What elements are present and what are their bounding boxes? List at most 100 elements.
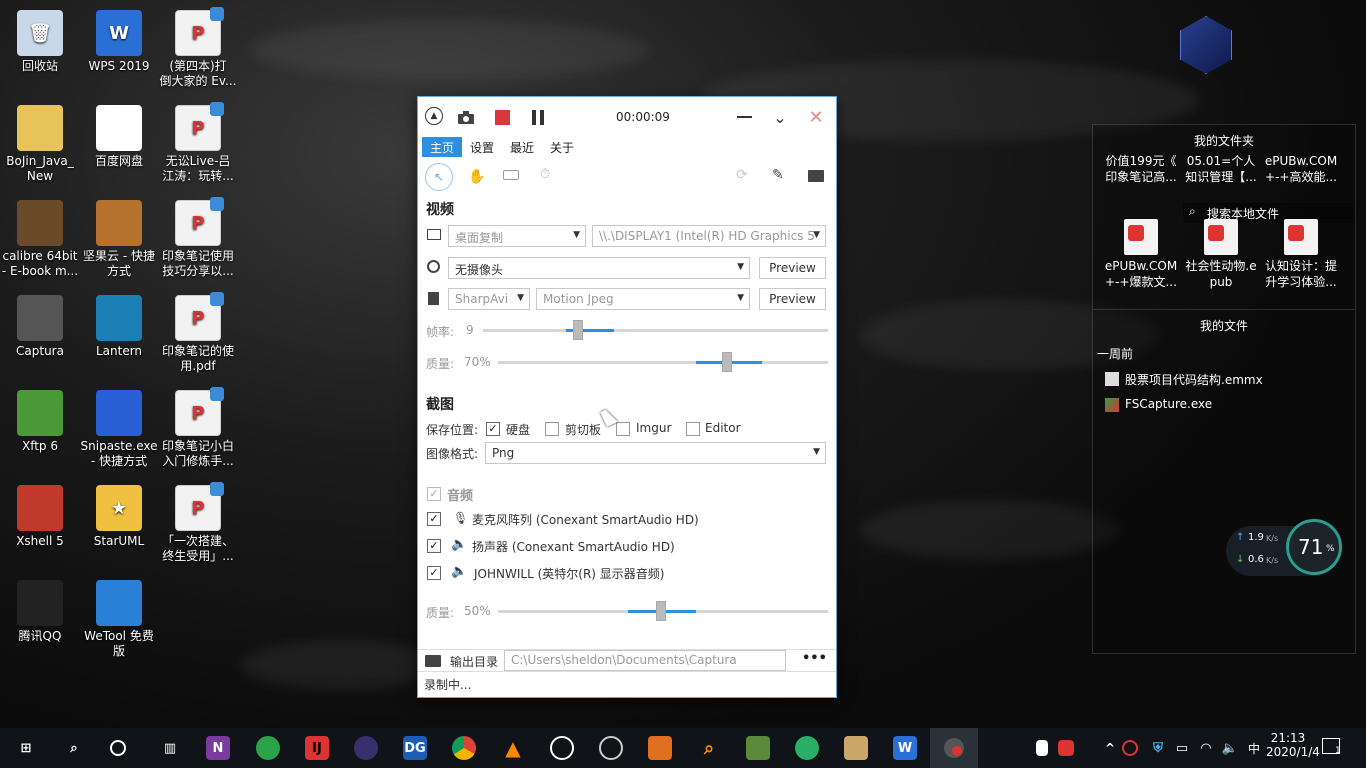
folder-icon[interactable] bbox=[808, 170, 824, 182]
folder-item[interactable]: 价值199元《 印象笔记高... bbox=[1101, 153, 1181, 185]
format-select[interactable]: Png ▼ bbox=[485, 442, 826, 464]
desktop-icon[interactable]: Xftp 6 bbox=[0, 390, 80, 454]
brush-icon[interactable]: ✎ bbox=[772, 167, 784, 183]
show-hidden-icons-icon[interactable]: ^ bbox=[1098, 736, 1122, 760]
codec-select[interactable]: Motion Jpeg ▼ bbox=[536, 288, 750, 310]
audio-device-checkbox[interactable]: ✓ bbox=[427, 539, 441, 553]
captura-task-button[interactable] bbox=[930, 728, 978, 768]
tab-about[interactable]: 关于 bbox=[542, 137, 582, 157]
tab-settings[interactable]: 设置 bbox=[462, 137, 502, 157]
title-bar[interactable]: ▲ 00:00:09 ⌄ ✕ bbox=[418, 97, 836, 137]
hand-icon[interactable]: ✋ bbox=[468, 169, 485, 185]
pause-button[interactable] bbox=[528, 107, 548, 127]
tray-app-icon[interactable] bbox=[1058, 740, 1074, 756]
net-monitor[interactable]: ↑ 1.9 K/s ↓ 0.6 K/s 71 % bbox=[1226, 519, 1342, 576]
harddisk-checkbox[interactable]: ✓ bbox=[486, 422, 500, 436]
minimize-icon[interactable] bbox=[734, 107, 754, 127]
tab-recent[interactable]: 最近 bbox=[502, 137, 542, 157]
desktop-icon[interactable]: WeTool 免费 版 bbox=[79, 580, 159, 659]
video-quality-thumb[interactable] bbox=[722, 352, 732, 372]
collapse-down-icon[interactable]: ⌄ bbox=[770, 107, 790, 127]
close-icon[interactable]: ✕ bbox=[806, 107, 826, 128]
start-icon[interactable]: ⊞ bbox=[14, 736, 38, 760]
screen-source-select[interactable]: 桌面复制 ▼ bbox=[448, 225, 586, 247]
stop-button[interactable] bbox=[492, 107, 512, 127]
wechat-icon[interactable] bbox=[795, 736, 819, 760]
onenote-icon[interactable]: N bbox=[206, 736, 230, 760]
shield-icon[interactable]: ⛨ bbox=[1146, 736, 1170, 760]
search-icon[interactable]: ⌕ bbox=[62, 736, 86, 760]
display-select[interactable]: \\.\DISPLAY1 (Intel(R) HD Graphics 5 ▼ bbox=[592, 225, 826, 247]
desktop-icon[interactable]: Lantern bbox=[79, 295, 159, 359]
intellij-icon[interactable]: IJ bbox=[305, 736, 329, 760]
video-quality-slider[interactable] bbox=[498, 361, 828, 364]
wifi-icon[interactable]: ◠ bbox=[1194, 736, 1218, 760]
desktop-icon[interactable]: P 印象笔记使用 技巧分享以... bbox=[158, 197, 238, 279]
folder-item[interactable]: 认知设计：提 升学习体验... bbox=[1261, 219, 1341, 290]
desktop-icon[interactable]: 百度网盘 bbox=[79, 105, 159, 169]
desktop-icon[interactable]: P 无讼Live-吕 江涛：玩转... bbox=[158, 102, 238, 184]
folder-item[interactable]: ePUBw.COM +-+爆款文... bbox=[1101, 219, 1181, 290]
app-icon[interactable] bbox=[844, 736, 868, 760]
volume-icon[interactable]: 🔈 bbox=[1218, 736, 1242, 760]
record-tray-icon[interactable] bbox=[1122, 740, 1138, 756]
desktop-icon[interactable]: Captura bbox=[0, 295, 80, 359]
camera-icon[interactable] bbox=[456, 107, 476, 127]
chrome-icon[interactable] bbox=[452, 736, 476, 760]
desktop-icon[interactable]: P 印象笔记的使 用.pdf bbox=[158, 292, 238, 374]
desktop-icon[interactable]: Xshell 5 bbox=[0, 485, 80, 549]
timer-icon[interactable]: ⏱ bbox=[540, 167, 550, 182]
refresh-icon[interactable]: ⟳ bbox=[736, 167, 748, 183]
framerate-thumb[interactable] bbox=[573, 320, 583, 340]
webcam-select[interactable]: 无摄像头 ▼ bbox=[448, 257, 750, 279]
clock[interactable]: 21:13 2020/1/4 bbox=[1266, 731, 1320, 759]
webcam-preview-button[interactable]: Preview bbox=[759, 257, 826, 279]
battery-icon[interactable]: ▭ bbox=[1170, 736, 1194, 760]
vlc-icon[interactable]: ▲ bbox=[501, 736, 525, 760]
editor-checkbox[interactable] bbox=[686, 422, 700, 436]
datagrip-icon[interactable]: DG bbox=[403, 736, 427, 760]
cortana-icon[interactable] bbox=[110, 740, 126, 756]
desktop-icon[interactable]: 腾讯QQ bbox=[0, 580, 80, 644]
desktop-icon[interactable]: calibre 64bit - E-book m... bbox=[0, 200, 80, 279]
output-path-field[interactable]: C:\Users\sheldon\Documents\Captura bbox=[504, 650, 786, 671]
wps-icon[interactable]: W bbox=[893, 736, 917, 760]
desktop-icon[interactable]: BoJin_Java_ New bbox=[0, 105, 80, 184]
folder-item[interactable]: 05.01=个人 知识管理【... bbox=[1181, 153, 1261, 185]
desktop-icon[interactable]: 坚果云 - 快捷 方式 bbox=[79, 200, 159, 279]
folder-item[interactable]: ePUBw.COM +-+高效能... bbox=[1261, 153, 1341, 185]
imgur-checkbox[interactable] bbox=[616, 422, 630, 436]
file-item[interactable]: FSCapture.exe bbox=[1125, 397, 1212, 411]
eclipse-icon[interactable] bbox=[354, 736, 378, 760]
tab-home[interactable]: 主页 bbox=[422, 137, 463, 157]
desktop-icon[interactable]: P (第四本)打 倒大家的 Ev... bbox=[158, 7, 238, 89]
video-preview-button[interactable]: Preview bbox=[759, 288, 826, 310]
audio-quality-thumb[interactable] bbox=[656, 601, 666, 621]
desktop-icon[interactable]: W WPS 2019 bbox=[79, 10, 159, 74]
task-view-icon[interactable]: ▥ bbox=[158, 736, 182, 760]
output-folder-icon[interactable] bbox=[425, 655, 441, 667]
framerate-slider[interactable] bbox=[483, 329, 828, 332]
desktop-icon[interactable]: P 「一次搭建、 终生受用」... bbox=[158, 482, 238, 564]
collapse-icon[interactable]: ▲ bbox=[425, 107, 443, 125]
ime-icon[interactable]: 中 bbox=[1242, 736, 1266, 760]
encoder-select[interactable]: SharpAvi ▼ bbox=[448, 288, 530, 310]
more-button[interactable]: ••• bbox=[802, 651, 827, 666]
folder-item[interactable]: 社会性动物.e pub bbox=[1181, 219, 1261, 290]
desktop-icon[interactable]: ★ StarUML bbox=[79, 485, 159, 549]
desktop-icon[interactable]: Snipaste.exe - 快捷方式 bbox=[79, 390, 159, 469]
desktop-icon[interactable]: P 印象笔记小白 入门修炼手... bbox=[158, 387, 238, 469]
cursor-tool-icon[interactable]: ↖ bbox=[425, 163, 453, 191]
app-icon[interactable] bbox=[648, 736, 672, 760]
keyboard-icon[interactable] bbox=[503, 170, 519, 180]
audio-device-checkbox[interactable]: ✓ bbox=[427, 512, 441, 526]
file-item[interactable]: 股票项目代码结构.emmx bbox=[1125, 371, 1263, 388]
audio-enable-checkbox[interactable]: ✓ bbox=[427, 487, 441, 501]
search-app-icon[interactable]: ⌕ bbox=[697, 736, 721, 760]
audio-device-checkbox[interactable]: ✓ bbox=[427, 566, 441, 580]
desktop-icon[interactable]: 🗑 回收站 bbox=[0, 10, 80, 74]
app-icon[interactable] bbox=[746, 736, 770, 760]
app-icon[interactable] bbox=[550, 736, 574, 760]
tray-app-icon[interactable] bbox=[1036, 740, 1048, 756]
app-icon[interactable] bbox=[599, 736, 623, 760]
